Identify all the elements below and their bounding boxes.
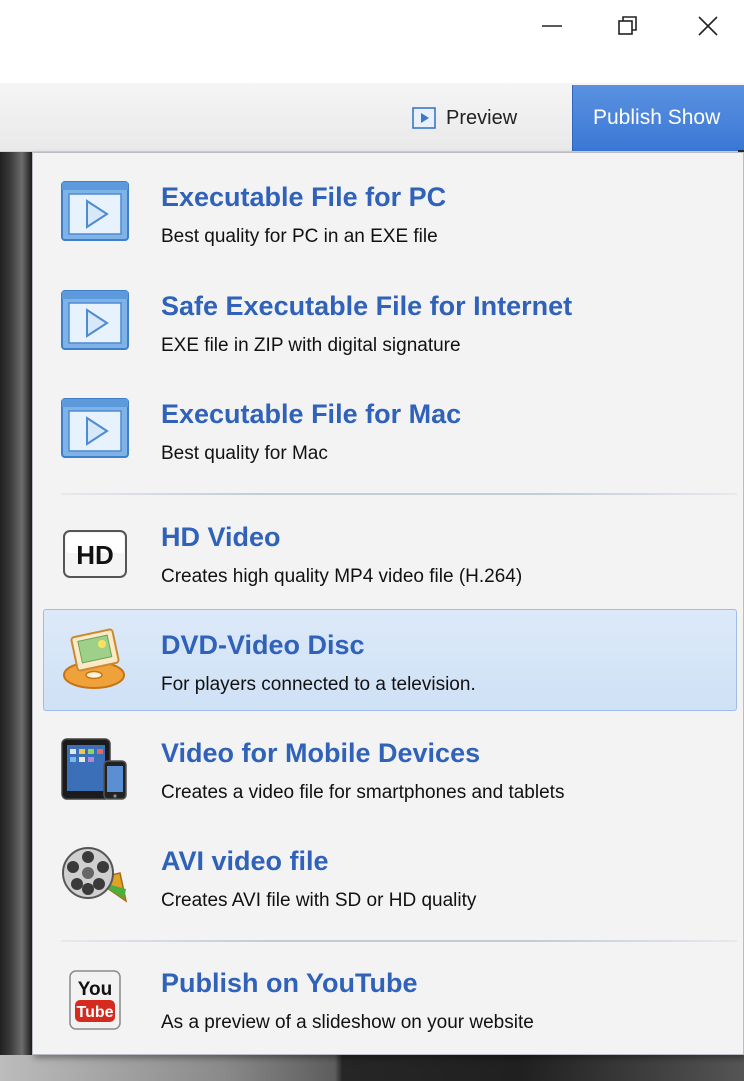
menu-item-description: Creates high quality MP4 video file (H.2… — [161, 566, 523, 587]
app-window-play-icon — [61, 290, 129, 350]
menu-item-description: For players connected to a television. — [161, 674, 476, 695]
menu-item-title: Safe Executable File for Internet — [161, 291, 573, 321]
menu-item-exe-mac[interactable]: Executable File for Mac Best quality for… — [43, 378, 737, 480]
menu-item-description: As a preview of a slideshow on your webs… — [161, 1012, 534, 1033]
youtube-icon-text-tube: Tube — [76, 1004, 113, 1021]
dvd-disc-icon — [63, 628, 125, 689]
close-icon — [698, 16, 718, 36]
minimize-button[interactable] — [530, 8, 574, 44]
menu-item-title: DVD-Video Disc — [161, 630, 365, 660]
menu-item-dvd-video[interactable]: DVD-Video Disc For players connected to … — [43, 609, 737, 711]
preview-play-icon — [412, 107, 436, 129]
menu-item-title: Executable File for PC — [161, 182, 447, 212]
preview-label: Preview — [446, 106, 518, 129]
film-reel-icon — [62, 847, 128, 903]
menu-item-avi-video[interactable]: AVI video file Creates AVI file with SD … — [43, 825, 737, 927]
mobile-devices-icon — [61, 738, 127, 800]
close-button[interactable] — [686, 8, 730, 44]
app-window-play-icon — [61, 181, 129, 241]
menu-item-description: Best quality for PC in an EXE file — [161, 226, 438, 247]
menu-item-title: HD Video — [161, 522, 281, 552]
menu-item-title: AVI video file — [161, 846, 329, 876]
publish-show-button[interactable]: Publish Show — [572, 85, 744, 151]
menu-separator — [61, 493, 737, 495]
menu-item-description: EXE file in ZIP with digital signature — [161, 335, 461, 356]
youtube-icon: You Tube — [69, 970, 121, 1030]
menu-item-mobile-video[interactable]: Video for Mobile Devices Creates a video… — [43, 717, 737, 819]
restore-button[interactable] — [606, 8, 650, 44]
restore-icon — [618, 16, 637, 35]
hd-icon: HD — [63, 530, 127, 578]
menu-item-title: Executable File for Mac — [161, 399, 462, 429]
publish-menu: Executable File for PC Best quality for … — [32, 152, 744, 1055]
menu-item-description: Creates a video file for smartphones and… — [161, 782, 565, 803]
menu-item-hd-video[interactable]: HD HD Video Creates high quality MP4 vid… — [43, 501, 737, 603]
menu-separator — [61, 940, 737, 942]
hd-icon-text: HD — [76, 540, 114, 570]
publish-show-label: Publish Show — [593, 106, 721, 129]
app-window-play-icon — [61, 398, 129, 458]
toolbar: Preview Publish Show — [0, 83, 744, 152]
background-photo-bottom-edge — [0, 1055, 744, 1081]
menu-item-exe-pc[interactable]: Executable File for PC Best quality for … — [43, 161, 737, 263]
minimize-icon — [542, 25, 562, 27]
youtube-icon-text-you: You — [78, 979, 112, 1000]
menu-item-description: Best quality for Mac — [161, 443, 328, 464]
menu-item-title: Video for Mobile Devices — [161, 738, 481, 768]
preview-button[interactable]: Preview — [404, 101, 529, 135]
menu-item-youtube[interactable]: You Tube Publish on YouTube As a preview… — [43, 947, 737, 1049]
menu-item-title: Publish on YouTube — [161, 968, 418, 998]
menu-item-description: Creates AVI file with SD or HD quality — [161, 890, 477, 911]
menu-item-safe-exe[interactable]: Safe Executable File for Internet EXE fi… — [43, 270, 737, 372]
